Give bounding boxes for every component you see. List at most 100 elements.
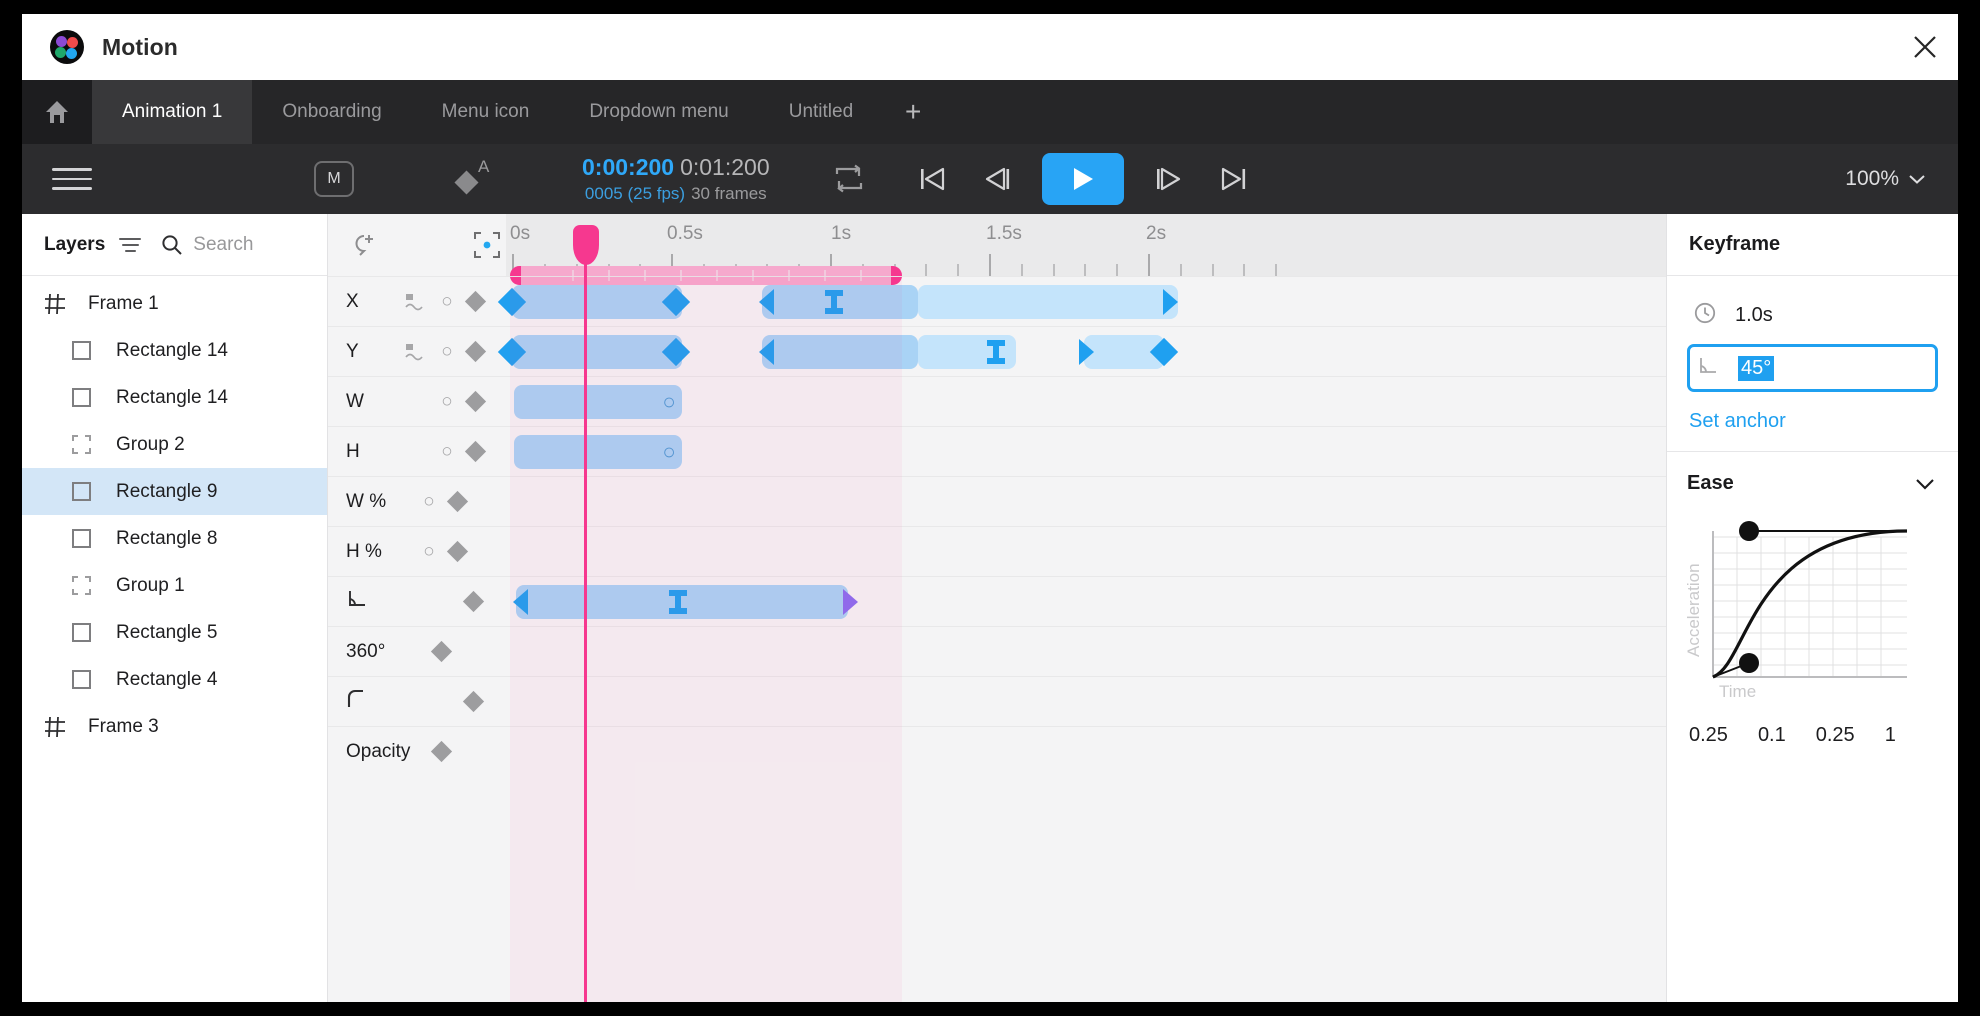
track-corner-radius-area[interactable]: [506, 677, 1666, 726]
ease-value-y2[interactable]: 1: [1885, 724, 1896, 747]
keyframe-segment[interactable]: [918, 284, 1178, 319]
home-icon[interactable]: [22, 80, 92, 144]
ease-value-x2[interactable]: 0.25: [1816, 724, 1855, 747]
fit-selection-icon[interactable]: [472, 230, 502, 260]
track-h-percent-area[interactable]: [506, 527, 1666, 576]
skip-to-end-icon[interactable]: [1212, 157, 1256, 201]
ease-value-x1[interactable]: 0.25: [1689, 724, 1728, 747]
keyframe-ease-in-handle[interactable]: [759, 288, 774, 315]
track-x-label: X ○: [328, 291, 506, 313]
track-w-area[interactable]: ○: [506, 377, 1666, 426]
ease-curve-graph[interactable]: Acceleration Time: [1667, 501, 1958, 712]
spiral-icon[interactable]: ○: [436, 441, 458, 463]
keyframe-segment[interactable]: [512, 284, 682, 319]
keyframe-segment[interactable]: [514, 434, 682, 469]
add-property-icon[interactable]: [350, 232, 376, 258]
spiral-icon[interactable]: ○: [418, 491, 440, 513]
timeline-ruler[interactable]: 0s 0.5s 1s 1.5s 2s: [506, 214, 1666, 285]
keyframe-hold-icon[interactable]: [987, 339, 1005, 364]
keyframe-diamond-icon[interactable]: [446, 540, 469, 563]
keyframe-ease-in-handle[interactable]: [759, 338, 774, 365]
list-item[interactable]: Frame 1: [22, 280, 327, 327]
step-forward-icon[interactable]: [1146, 157, 1190, 201]
keyframe-segment[interactable]: [512, 334, 682, 369]
keyframe-ease-in-handle[interactable]: [513, 588, 528, 615]
spiral-icon[interactable]: ○: [436, 341, 458, 363]
ease-header[interactable]: Ease: [1667, 452, 1958, 501]
list-item-selected[interactable]: Rectangle 9: [22, 468, 327, 515]
tab-onboarding[interactable]: Onboarding: [252, 80, 411, 144]
track-360-area[interactable]: [506, 627, 1666, 676]
motion-path-icon[interactable]: [404, 291, 426, 313]
list-item[interactable]: Rectangle 4: [22, 656, 327, 703]
track-rotation-area[interactable]: [506, 577, 1666, 626]
step-backward-icon[interactable]: [976, 157, 1020, 201]
keyframe-diamond-icon[interactable]: [464, 290, 487, 313]
page-title: Keyframe: [1689, 233, 1781, 255]
skip-to-start-icon[interactable]: [910, 157, 954, 201]
timecode-display[interactable]: 0:00:200 0:01:200 0005 (25 fps) 30 frames: [582, 154, 770, 204]
ease-title: Ease: [1687, 472, 1734, 494]
spiral-icon[interactable]: ○: [658, 440, 680, 463]
add-tab-button[interactable]: +: [883, 80, 943, 144]
track-w-percent-area[interactable]: [506, 477, 1666, 526]
magic-badge-button[interactable]: M: [314, 161, 354, 197]
keyframe-hold-icon[interactable]: [669, 589, 687, 614]
track-opacity-area[interactable]: [506, 727, 1666, 776]
ease-value-y1[interactable]: 0.1: [1758, 724, 1786, 747]
list-item[interactable]: Rectangle 14: [22, 327, 327, 374]
spiral-icon[interactable]: ○: [418, 541, 440, 563]
keyframe-diamond-icon[interactable]: [464, 340, 487, 363]
loop-icon[interactable]: [826, 157, 872, 201]
ease-handle-p2: [1739, 521, 1759, 541]
track-y-area[interactable]: [497, 327, 1666, 376]
list-item[interactable]: Group 2: [22, 421, 327, 468]
keyframe-diamond-icon[interactable]: [446, 490, 469, 513]
keyframe-diamond-icon[interactable]: [462, 590, 485, 613]
list-item[interactable]: Rectangle 14: [22, 374, 327, 421]
playback-toolbar: M A 0:00:200 0:01:200 0005 (25 fps) 30 fra…: [22, 144, 1958, 214]
list-item[interactable]: Rectangle 5: [22, 609, 327, 656]
set-anchor-button[interactable]: Set anchor: [1689, 410, 1938, 433]
hamburger-menu-icon[interactable]: [52, 168, 96, 190]
zoom-level-dropdown[interactable]: 100%: [1845, 167, 1936, 191]
keyframe-diamond-icon[interactable]: [464, 390, 487, 413]
keyframe-all-icon[interactable]: A: [454, 157, 496, 199]
rectangle-icon: [72, 623, 112, 642]
track-name: Y: [346, 340, 359, 362]
track-y-label: Y ○: [328, 341, 506, 363]
keyframe-segment[interactable]: [514, 384, 682, 419]
keyframe-diamond-icon[interactable]: [464, 440, 487, 463]
keyframe-ease-out-handle[interactable]: [1079, 338, 1094, 365]
list-item[interactable]: Group 1: [22, 562, 327, 609]
track-x-area[interactable]: [497, 277, 1666, 326]
tab-menu-icon[interactable]: Menu icon: [412, 80, 560, 144]
list-item-label: Rectangle 9: [116, 480, 218, 502]
spiral-icon[interactable]: ○: [436, 291, 458, 313]
keyframe-hold-icon[interactable]: [825, 289, 843, 314]
keyframe-diamond-icon[interactable]: [462, 690, 485, 713]
keyframe-diamond-icon[interactable]: [430, 640, 453, 663]
tab-dropdown-menu[interactable]: Dropdown menu: [559, 80, 758, 144]
filter-icon[interactable]: [117, 236, 143, 254]
playhead-handle[interactable]: [573, 225, 599, 265]
search-input[interactable]: Search: [161, 234, 253, 256]
keyframe-diamond-icon[interactable]: [430, 740, 453, 763]
close-icon[interactable]: [1902, 24, 1948, 70]
list-item[interactable]: Frame 3: [22, 703, 327, 750]
spiral-icon[interactable]: ○: [436, 391, 458, 413]
group-icon: [72, 576, 112, 595]
chevron-down-icon[interactable]: [1914, 477, 1936, 491]
tab-untitled[interactable]: Untitled: [759, 80, 883, 144]
motion-path-icon[interactable]: [404, 341, 426, 363]
keyframe-ease-out-handle[interactable]: [843, 588, 858, 615]
keyframe-angle-input[interactable]: 45°: [1687, 344, 1938, 392]
spiral-icon[interactable]: ○: [658, 390, 680, 413]
keyframe-segment[interactable]: [762, 334, 918, 369]
keyframe-time-row[interactable]: 1.0s: [1687, 292, 1938, 338]
list-item[interactable]: Rectangle 8: [22, 515, 327, 562]
play-icon[interactable]: [1041, 153, 1124, 205]
keyframe-ease-out-handle[interactable]: [1163, 288, 1178, 315]
tab-animation-1[interactable]: Animation 1: [92, 80, 253, 144]
track-h-area[interactable]: ○: [506, 427, 1666, 476]
